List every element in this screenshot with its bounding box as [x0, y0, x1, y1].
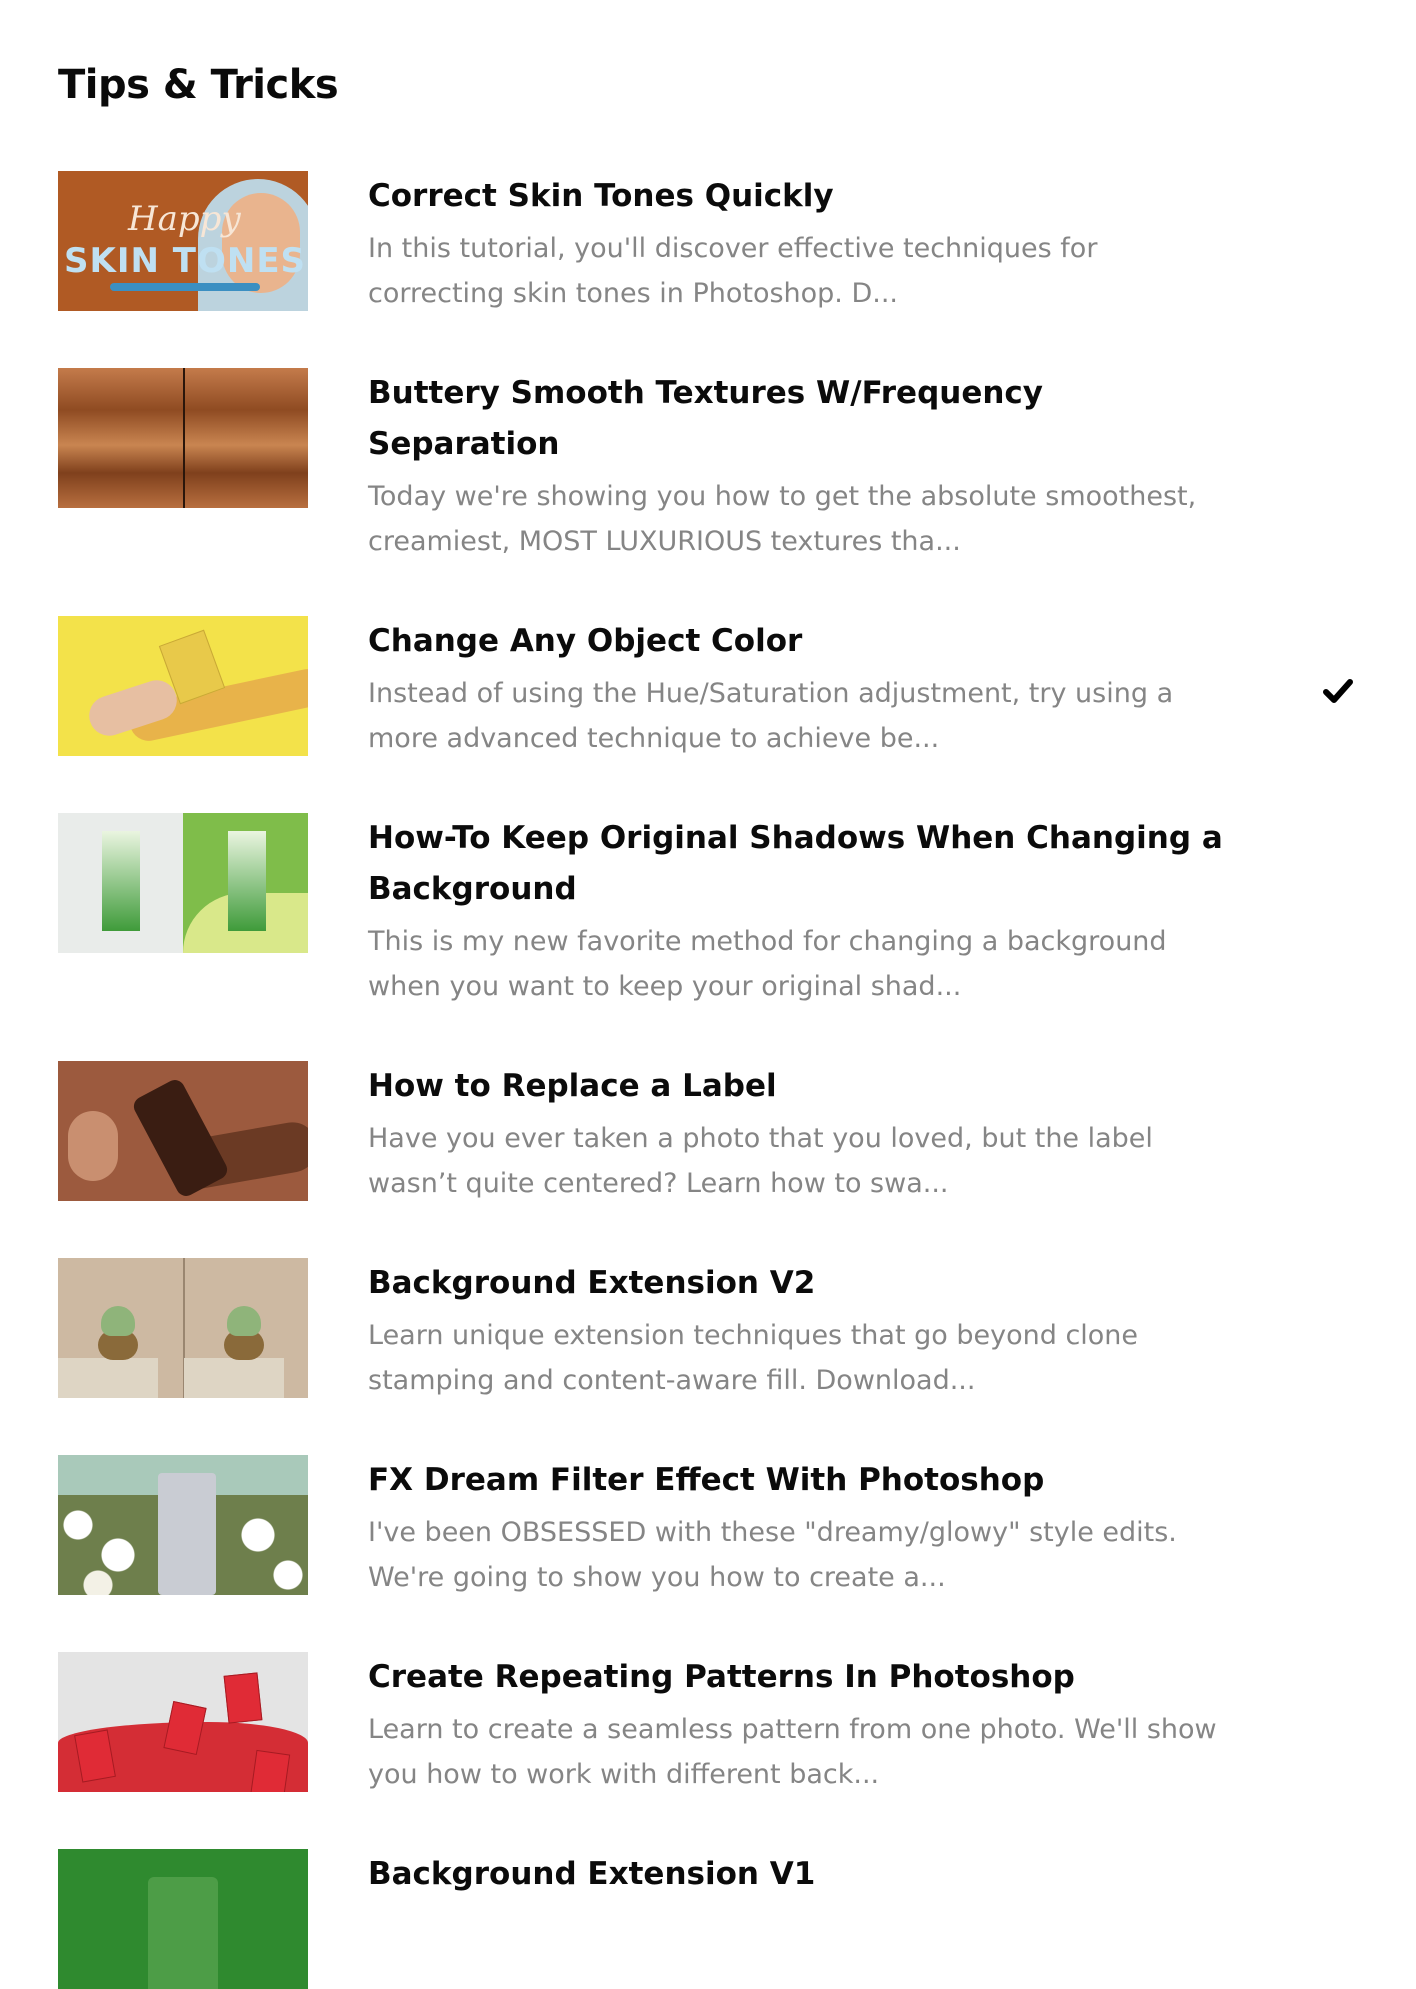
thumbnail-art	[101, 1306, 135, 1336]
lesson-title[interactable]: Buttery Smooth Textures W/Frequency Sepa…	[368, 368, 1228, 470]
lesson-thumbnail[interactable]	[58, 1849, 308, 1989]
section-title: Tips & Tricks	[58, 62, 339, 108]
thumbnail-art	[184, 1358, 284, 1398]
lesson-title[interactable]: How-To Keep Original Shadows When Changi…	[368, 813, 1228, 915]
thumbnail-art	[148, 1877, 218, 1989]
thumbnail-art	[183, 368, 185, 508]
lesson-description: I've been OBSESSED with these "dreamy/gl…	[368, 1517, 1177, 1593]
lesson-title[interactable]: How to Replace a Label	[368, 1061, 1228, 1112]
thumbnail-art	[68, 1111, 118, 1181]
lesson-description: Learn unique extension techniques that g…	[368, 1320, 1139, 1396]
thumbnail-art	[228, 831, 266, 931]
lesson-title[interactable]: Change Any Object Color	[368, 616, 1228, 667]
thumbnail-art	[110, 283, 260, 291]
lesson-description: Instead of using the Hue/Saturation adju…	[368, 678, 1174, 754]
thumbnail-art	[158, 1473, 216, 1595]
lesson-title[interactable]: Create Repeating Patterns In Photoshop	[368, 1652, 1228, 1703]
lesson-description: Learn to create a seamless pattern from …	[368, 1714, 1217, 1790]
lesson-description: In this tutorial, you'll discover effect…	[368, 233, 1098, 309]
lesson-thumbnail[interactable]: Happy SKIN TONES	[58, 171, 308, 311]
thumbnail-text: SKIN TONES	[64, 241, 307, 281]
thumbnail-art	[249, 1749, 291, 1792]
thumbnail-art	[223, 1672, 263, 1724]
lesson-thumbnail[interactable]	[58, 1652, 308, 1792]
lesson-thumbnail[interactable]	[58, 616, 308, 756]
lesson-title[interactable]: Background Extension V1	[368, 1849, 1228, 1900]
checkmark-icon	[1323, 679, 1353, 703]
thumbnail-text: Happy	[128, 199, 241, 239]
lesson-title[interactable]: Correct Skin Tones Quickly	[368, 171, 1228, 222]
lesson-title[interactable]: FX Dream Filter Effect With Photoshop	[368, 1455, 1228, 1506]
thumbnail-art	[58, 1358, 158, 1398]
thumbnail-art	[102, 831, 140, 931]
lesson-thumbnail[interactable]	[58, 1258, 308, 1398]
lesson-title[interactable]: Background Extension V2	[368, 1258, 1228, 1309]
thumbnail-art	[227, 1306, 261, 1336]
lesson-description: Today we're showing you how to get the a…	[368, 481, 1197, 557]
lesson-thumbnail[interactable]	[58, 368, 308, 508]
lesson-description: This is my new favorite method for chang…	[368, 926, 1167, 1002]
lesson-thumbnail[interactable]	[58, 1455, 308, 1595]
lesson-thumbnail[interactable]	[58, 1061, 308, 1201]
lesson-thumbnail[interactable]	[58, 813, 308, 953]
lesson-description: Have you ever taken a photo that you lov…	[368, 1123, 1153, 1199]
